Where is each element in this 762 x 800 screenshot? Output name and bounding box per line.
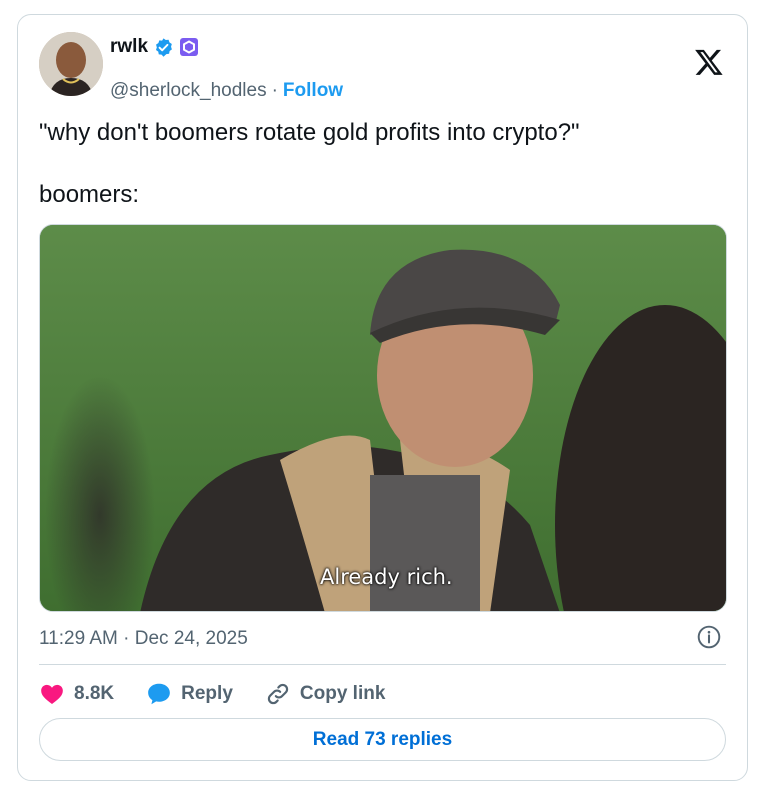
action-bar: 8.8K Reply Copy link	[39, 679, 417, 709]
tweet-text-line: "why don't boomers rotate gold profits i…	[39, 119, 580, 146]
tweet-date: Dec 24, 2025	[134, 628, 248, 649]
x-logo-icon[interactable]	[693, 47, 725, 77]
meme-still-image	[40, 225, 726, 611]
reply-label: Reply	[181, 683, 233, 704]
copy-link-label: Copy link	[299, 683, 386, 704]
name-row: rwlk	[110, 36, 199, 58]
heart-icon	[41, 684, 63, 704]
read-replies-button[interactable]: Read 73 replies	[39, 718, 726, 761]
tweet-text-line: boomers:	[39, 181, 140, 208]
link-icon	[267, 683, 289, 705]
reply-bubble-icon	[148, 683, 170, 705]
separator-dot: ·	[123, 628, 130, 649]
media-caption: Already rich.	[320, 565, 453, 589]
affiliate-badge-icon[interactable]	[179, 37, 199, 57]
separator-dot: ·	[271, 80, 278, 101]
info-icon[interactable]	[696, 624, 722, 650]
timestamp[interactable]: 11:29 AM · Dec 24, 2025	[39, 628, 248, 650]
tweet-card: rwlk @sherlock_hodles · Follow "why don'…	[17, 14, 748, 781]
verified-badge-icon	[153, 37, 174, 58]
tweet-time: 11:29 AM	[39, 628, 118, 649]
copy-link-button[interactable]: Copy link	[265, 681, 386, 707]
like-button[interactable]: 8.8K	[39, 681, 114, 707]
display-name[interactable]: rwlk	[110, 36, 148, 58]
reply-button[interactable]: Reply	[146, 681, 233, 707]
like-count: 8.8K	[74, 683, 115, 704]
follow-button[interactable]: Follow	[283, 80, 343, 102]
handle[interactable]: @sherlock_hodles	[110, 80, 267, 102]
tweet-text: "why don't boomers rotate gold profits i…	[39, 117, 580, 210]
avatar[interactable]	[39, 32, 103, 96]
tweet-media-image[interactable]: Already rich.	[39, 224, 727, 612]
tweet-header: rwlk @sherlock_hodles · Follow	[39, 30, 727, 101]
divider	[39, 664, 726, 665]
handle-row: @sherlock_hodles · Follow	[110, 80, 343, 102]
